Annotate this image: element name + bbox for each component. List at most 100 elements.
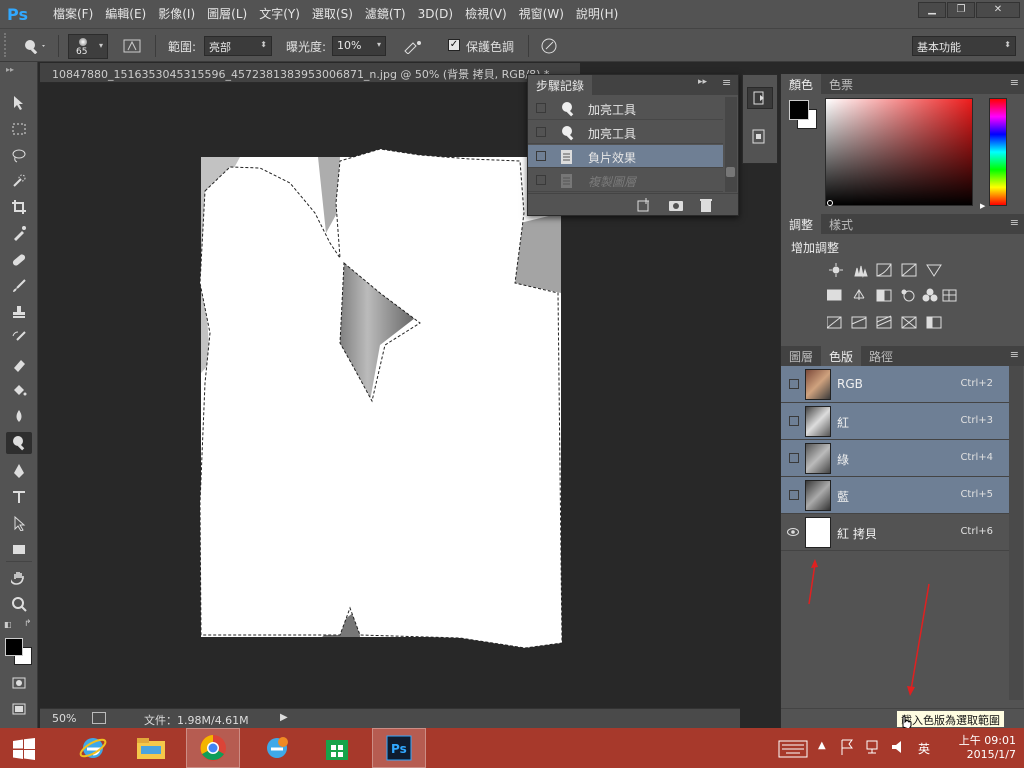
channel-row-red-copy[interactable]: 紅 拷貝 Ctrl+6 xyxy=(781,514,1009,551)
workspace-select[interactable]: 基本功能 ⬍ xyxy=(912,36,1016,56)
snapshot-source-checkbox[interactable] xyxy=(536,103,546,113)
snapshot-source-checkbox[interactable] xyxy=(536,175,546,185)
foreground-color-swatch[interactable] xyxy=(789,100,809,120)
paint-bucket-tool[interactable] xyxy=(6,379,32,401)
tab-color[interactable]: 顏色 xyxy=(781,74,822,94)
taskbar-app-ie[interactable] xyxy=(66,728,120,768)
menu-file[interactable]: 檔案(F) xyxy=(47,0,99,28)
history-item-selected[interactable]: 負片效果 xyxy=(528,145,723,168)
channel-row-red[interactable]: 紅 Ctrl+3 xyxy=(781,403,1009,440)
airbrush-icon[interactable] xyxy=(402,38,424,54)
camera-icon[interactable] xyxy=(668,197,684,213)
history-item[interactable]: 加亮工具 xyxy=(528,121,723,144)
zoom-tool[interactable] xyxy=(6,593,32,615)
panel-menu-icon[interactable]: ≡ xyxy=(722,76,731,89)
panel-menu-icon[interactable]: ≡ xyxy=(1010,348,1019,361)
zoom-level[interactable]: 50% xyxy=(52,712,76,725)
history-scrollbar[interactable] xyxy=(725,97,737,192)
new-document-from-state-icon[interactable] xyxy=(636,197,652,213)
brush-panel-icon[interactable] xyxy=(123,38,143,54)
screen-mode-tool[interactable] xyxy=(6,698,32,720)
network-icon[interactable] xyxy=(864,738,882,759)
close-button[interactable]: ✕ xyxy=(976,2,1020,18)
minimize-button[interactable]: ▁ xyxy=(918,2,946,18)
export-icon[interactable] xyxy=(92,712,106,724)
eyedropper-tool[interactable] xyxy=(6,222,32,244)
move-tool[interactable] xyxy=(6,91,32,113)
snapshot-source-checkbox[interactable] xyxy=(536,151,546,161)
ime-indicator[interactable]: 英 xyxy=(918,740,930,757)
menu-3d[interactable]: 3D(D) xyxy=(412,0,459,28)
trash-icon[interactable] xyxy=(698,197,714,213)
collapse-arrows-icon[interactable]: ▸▸ xyxy=(6,65,14,74)
eraser-tool[interactable] xyxy=(6,353,32,375)
dodge-tool[interactable] xyxy=(6,432,32,454)
quick-mask-tool[interactable] xyxy=(6,672,32,694)
marquee-tool[interactable] xyxy=(6,118,32,140)
touch-keyboard-icon[interactable] xyxy=(778,740,808,761)
hue-saturation-icon[interactable] xyxy=(827,289,842,301)
menu-layer[interactable]: 圖層(L) xyxy=(201,0,253,28)
color-picker-cursor[interactable] xyxy=(827,200,833,206)
hue-slider-handle[interactable]: ▶ xyxy=(980,202,985,210)
start-button[interactable] xyxy=(12,738,36,763)
tab-paths[interactable]: 路徑 xyxy=(861,346,901,366)
exposure-input[interactable]: 10% ▾ xyxy=(332,36,386,56)
color-field[interactable] xyxy=(825,98,973,206)
color-lookup-icon[interactable] xyxy=(942,289,957,302)
blur-tool[interactable] xyxy=(6,405,32,427)
load-channel-as-selection-button[interactable] xyxy=(898,712,912,730)
pen-tool[interactable] xyxy=(6,460,32,482)
taskbar-app-ie-update[interactable] xyxy=(250,728,304,768)
menu-help[interactable]: 說明(H) xyxy=(570,0,624,28)
swap-colors-icon[interactable]: ↱ xyxy=(24,619,32,629)
clone-stamp-tool[interactable] xyxy=(6,301,32,323)
layer-comps-button[interactable] xyxy=(747,127,773,149)
brightness-contrast-icon[interactable] xyxy=(829,263,843,277)
exposure-icon[interactable] xyxy=(901,263,917,277)
menu-edit[interactable]: 編輯(E) xyxy=(99,0,152,28)
visibility-toggle[interactable] xyxy=(789,490,799,500)
tab-swatches[interactable]: 色票 xyxy=(821,74,861,94)
path-select-tool[interactable] xyxy=(6,512,32,534)
action-center-icon[interactable] xyxy=(840,738,854,759)
menu-image[interactable]: 影像(I) xyxy=(152,0,201,28)
hue-slider[interactable] xyxy=(989,98,1007,206)
collapse-arrows-icon[interactable]: ▸▸ xyxy=(698,77,707,87)
tab-layers[interactable]: 圖層 xyxy=(781,346,821,366)
tab-channels[interactable]: 色版 xyxy=(821,346,862,366)
tab-history[interactable]: 步驟記錄 xyxy=(528,75,593,95)
shape-tool[interactable] xyxy=(6,538,32,560)
eye-icon[interactable] xyxy=(787,526,799,538)
menu-filter[interactable]: 濾鏡(T) xyxy=(359,0,412,28)
curves-icon[interactable] xyxy=(876,263,892,277)
tab-styles[interactable]: 樣式 xyxy=(821,214,861,234)
posterize-icon[interactable] xyxy=(851,316,867,329)
type-tool[interactable] xyxy=(6,486,32,508)
channel-row-rgb[interactable]: RGB Ctrl+2 xyxy=(781,366,1009,403)
hand-tool[interactable] xyxy=(6,567,32,589)
status-menu-arrow-icon[interactable]: ▶ xyxy=(280,712,288,723)
color-balance-icon[interactable] xyxy=(853,289,865,300)
threshold-icon[interactable] xyxy=(876,315,892,329)
channel-row-blue[interactable]: 藍 Ctrl+5 xyxy=(781,477,1009,514)
visibility-toggle[interactable] xyxy=(789,379,799,389)
scrollbar-thumb[interactable] xyxy=(726,167,735,177)
snapshot-source-checkbox[interactable] xyxy=(536,127,546,137)
visibility-toggle[interactable] xyxy=(789,416,799,426)
lasso-tool[interactable] xyxy=(6,144,32,166)
document-tab[interactable]: 10847880_1516353045315596_45723813839530… xyxy=(40,63,580,83)
brush-tool[interactable] xyxy=(6,275,32,297)
pressure-size-icon[interactable] xyxy=(540,37,560,55)
channel-mixer-icon[interactable] xyxy=(922,288,938,302)
volume-icon[interactable] xyxy=(890,738,908,759)
invert-icon[interactable] xyxy=(827,316,842,329)
show-hidden-icons-icon[interactable]: ▲ xyxy=(818,740,826,751)
range-select[interactable]: 亮部 ⬍ xyxy=(204,36,272,56)
levels-icon[interactable] xyxy=(854,265,868,278)
channel-row-green[interactable]: 綠 Ctrl+4 xyxy=(781,440,1009,477)
menu-type[interactable]: 文字(Y) xyxy=(253,0,306,28)
foreground-color-swatch[interactable] xyxy=(5,638,23,656)
protect-tones-checkbox[interactable]: ✓ xyxy=(448,39,460,51)
gradient-triangle-icon[interactable] xyxy=(926,264,942,277)
